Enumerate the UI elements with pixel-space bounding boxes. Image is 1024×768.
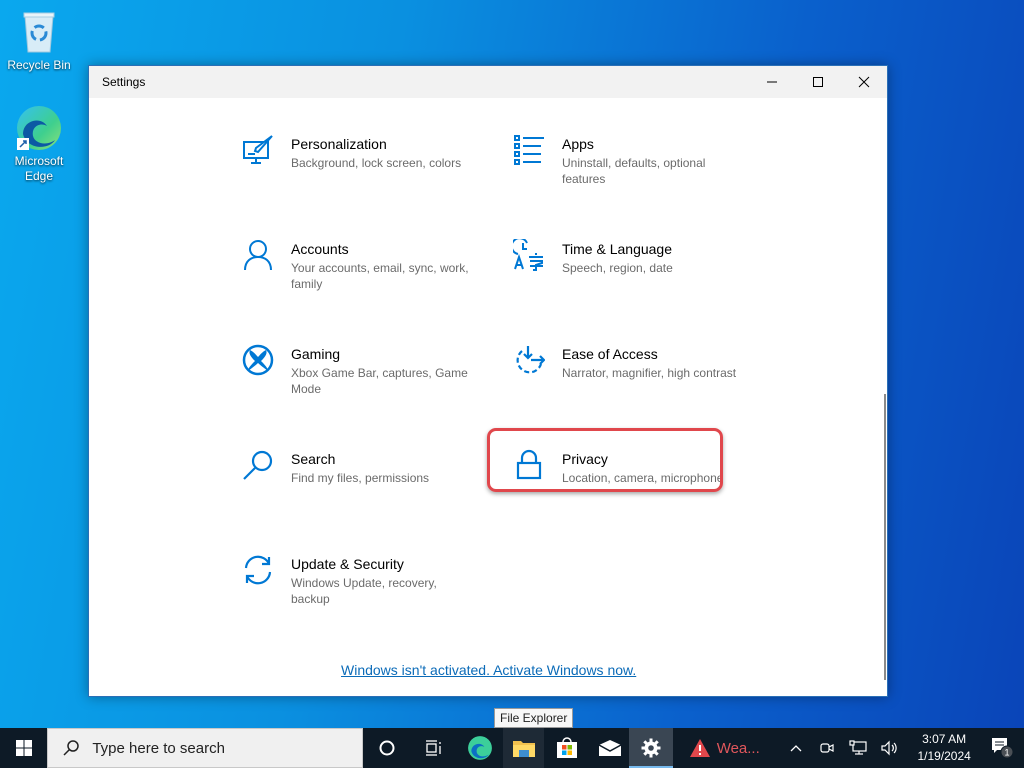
show-hidden-icons-button[interactable] (781, 728, 811, 768)
desktop-icon-recycle-bin[interactable]: Recycle Bin (1, 8, 77, 73)
speaker-icon (881, 740, 897, 756)
window-title: Settings (102, 75, 146, 89)
tile-personalization[interactable]: Personalization Background, lock screen,… (241, 134, 471, 171)
desktop-icon-label: Microsoft Edge (14, 154, 64, 183)
tile-desc: Uninstall, defaults, optional features (562, 156, 706, 186)
windows-logo-icon (15, 740, 32, 756)
apps-icon (512, 134, 546, 170)
tile-desc: Windows Update, recovery, backup (291, 576, 437, 606)
network-button[interactable] (843, 728, 875, 768)
desktop-icon-label: Recycle Bin (7, 58, 71, 72)
cortana-icon (379, 740, 395, 756)
minimize-button[interactable] (749, 66, 795, 98)
task-view-button[interactable] (410, 728, 457, 768)
mail-icon (598, 740, 621, 756)
taskbar-search-box[interactable]: Type here to search (47, 728, 363, 768)
tile-name: Gaming (291, 346, 341, 362)
taskbar-edge-button[interactable] (458, 728, 503, 768)
tile-desc: Speech, region, date (562, 261, 673, 275)
store-icon (557, 737, 578, 758)
tile-update-security[interactable]: Update & Security Windows Update, recove… (241, 554, 471, 607)
taskbar-settings-button[interactable] (629, 728, 673, 768)
meet-now-button[interactable] (811, 728, 843, 768)
taskbar-weather-button[interactable]: Wea... (673, 728, 782, 768)
search-icon (241, 449, 275, 485)
tile-privacy[interactable]: Privacy Location, camera, microphone (512, 449, 742, 486)
lock-icon (512, 449, 546, 485)
accounts-icon (241, 239, 275, 275)
tile-desc: Narrator, magnifier, high contrast (562, 366, 737, 380)
activate-windows-link[interactable]: Windows isn't activated. Activate Window… (341, 662, 636, 678)
tile-gaming[interactable]: Gaming Xbox Game Bar, captures, Game Mod… (241, 344, 471, 397)
close-button[interactable] (841, 66, 887, 98)
taskbar-store-button[interactable] (544, 728, 589, 768)
tile-name: Update & Security (291, 556, 404, 572)
tile-name: Search (291, 451, 336, 467)
minimize-icon (767, 81, 777, 83)
tile-time-language[interactable]: Time & Language Speech, region, date (512, 239, 742, 276)
tile-ease-of-access[interactable]: Ease of Access Narrator, magnifier, high… (512, 344, 742, 381)
task-view-icon (426, 740, 441, 756)
search-icon (63, 740, 80, 756)
file-explorer-tooltip: File Explorer (494, 708, 574, 728)
taskbar: Type here to search Wea... 3:07 AM 1/19/… (0, 728, 1024, 768)
tile-accounts[interactable]: Accounts Your accounts, email, sync, wor… (241, 239, 471, 292)
tile-desc: Xbox Game Bar, captures, Game Mode (291, 366, 468, 396)
tile-name: Ease of Access (562, 346, 658, 362)
volume-button[interactable] (874, 728, 906, 768)
edge-icon (468, 736, 493, 760)
desktop-icon-microsoft-edge[interactable]: Microsoft Edge (1, 104, 77, 184)
tile-desc: Location, camera, microphone (562, 471, 724, 485)
chevron-up-icon (790, 745, 802, 752)
tile-name: Accounts (291, 241, 349, 257)
tile-name: Apps (562, 136, 594, 152)
tile-apps[interactable]: Apps Uninstall, defaults, optional featu… (512, 134, 742, 187)
notification-count: 1 (1005, 748, 1010, 758)
notification-icon: 1 (992, 738, 1014, 759)
edge-icon (15, 104, 63, 152)
personalization-icon (241, 134, 275, 170)
close-icon (858, 76, 870, 88)
action-center-button[interactable]: 1 (983, 728, 1024, 768)
ease-of-access-icon (512, 344, 546, 380)
clock-time: 3:07 AM (922, 732, 967, 746)
tile-desc: Background, lock screen, colors (291, 156, 462, 170)
scrollbar[interactable] (884, 394, 886, 680)
xbox-icon (241, 344, 275, 380)
weather-label: Wea... (716, 739, 760, 757)
tile-name: Personalization (291, 136, 387, 152)
settings-content: Personalization Background, lock screen,… (89, 98, 887, 696)
tile-name: Time & Language (562, 241, 672, 257)
update-icon (241, 554, 275, 590)
taskbar-file-explorer-button[interactable] (503, 728, 545, 768)
title-bar[interactable]: Settings (89, 66, 887, 98)
maximize-icon (813, 77, 823, 87)
network-icon (849, 740, 867, 755)
search-placeholder: Type here to search (92, 739, 225, 757)
settings-window: Settings Personalization Background, loc… (88, 65, 888, 697)
start-button[interactable] (0, 728, 47, 768)
maximize-button[interactable] (795, 66, 841, 98)
taskbar-mail-button[interactable] (590, 728, 629, 768)
camera-icon (820, 743, 834, 753)
gear-icon (641, 738, 661, 758)
time-language-icon (512, 239, 546, 275)
tile-desc: Find my files, permissions (291, 471, 430, 485)
tile-name: Privacy (562, 451, 608, 467)
recycle-bin-icon (15, 8, 63, 56)
folder-icon (512, 741, 535, 757)
warning-icon (689, 739, 710, 757)
clock[interactable]: 3:07 AM 1/19/2024 (906, 731, 983, 765)
tile-desc: Your accounts, email, sync, work, family (291, 261, 469, 291)
cortana-button[interactable] (363, 728, 410, 768)
tile-search[interactable]: Search Find my files, permissions (241, 449, 471, 486)
clock-date: 1/19/2024 (917, 749, 971, 763)
